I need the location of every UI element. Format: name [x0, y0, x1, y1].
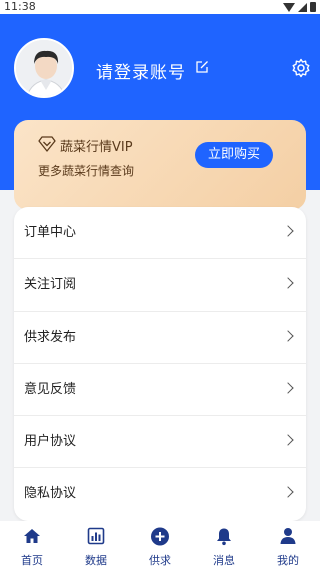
home-icon: [24, 529, 40, 543]
chevron-right-icon: [282, 225, 294, 237]
chart-icon: [87, 527, 105, 545]
edit-icon[interactable]: [195, 60, 209, 74]
bottom-tab-bar: 首页 数据 供求 消息 我的: [0, 521, 320, 569]
menu-item-label: 隐私协议: [24, 486, 77, 502]
menu-item-feedback[interactable]: 意见反馈: [14, 364, 306, 417]
buy-now-button[interactable]: 立即购买: [195, 142, 273, 168]
battery-icon: [310, 2, 316, 12]
menu-item-label: 订单中心: [24, 225, 77, 240]
menu-item-privacy-policy[interactable]: 隐私协议: [14, 468, 306, 520]
user-icon: [280, 528, 296, 544]
avatar[interactable]: [14, 38, 74, 98]
menu-item-subscriptions[interactable]: 关注订阅: [14, 259, 306, 312]
tab-label: 首页: [21, 554, 43, 567]
plus-circle-icon: [151, 527, 169, 546]
bell-icon: [217, 528, 231, 546]
cellular-signal-icon: [298, 2, 307, 12]
vip-card[interactable]: 蔬菜行情VIP 更多蔬菜行情查询 立即购买: [14, 120, 306, 210]
menu-item-label: 关注订阅: [24, 277, 77, 293]
menu-list: 订单中心 关注订阅 供求发布 意见反馈 用户协议 隐私协议: [14, 207, 306, 521]
tab-data[interactable]: 数据: [64, 521, 128, 569]
chevron-right-icon: [282, 434, 294, 446]
chevron-right-icon: [282, 277, 294, 289]
login-prompt[interactable]: 请登录账号: [96, 58, 186, 83]
menu-item-label: 用户协议: [24, 434, 77, 450]
chevron-right-icon: [282, 329, 294, 342]
tab-supply[interactable]: 供求: [128, 521, 192, 569]
vip-title: 蔬菜行情VIP: [60, 140, 133, 155]
menu-item-label: 供求发布: [24, 329, 77, 345]
gear-icon[interactable]: [291, 58, 311, 78]
menu-item-label: 意见反馈: [24, 381, 77, 397]
vip-subtitle: 更多蔬菜行情查询: [38, 164, 135, 178]
chevron-right-icon: [282, 486, 294, 499]
menu-item-user-agreement[interactable]: 用户协议: [14, 416, 306, 469]
tab-label: 数据: [85, 554, 107, 567]
tab-messages[interactable]: 消息: [192, 521, 256, 569]
menu-item-order-center[interactable]: 订单中心: [14, 207, 306, 260]
status-icons: [283, 2, 316, 12]
default-avatar-icon: [16, 40, 72, 96]
diamond-icon: [38, 136, 56, 152]
status-time: 11:38: [4, 0, 36, 13]
status-bar: 11:38: [0, 0, 320, 14]
tab-home[interactable]: 首页: [0, 521, 64, 569]
tab-label: 消息: [213, 554, 235, 567]
tab-mine[interactable]: 我的: [256, 521, 320, 569]
wifi-icon: [283, 2, 295, 12]
tab-label: 供求: [149, 554, 171, 567]
tab-label: 我的: [277, 554, 299, 567]
menu-item-supply-publish[interactable]: 供求发布: [14, 312, 306, 364]
chevron-right-icon: [282, 382, 294, 394]
